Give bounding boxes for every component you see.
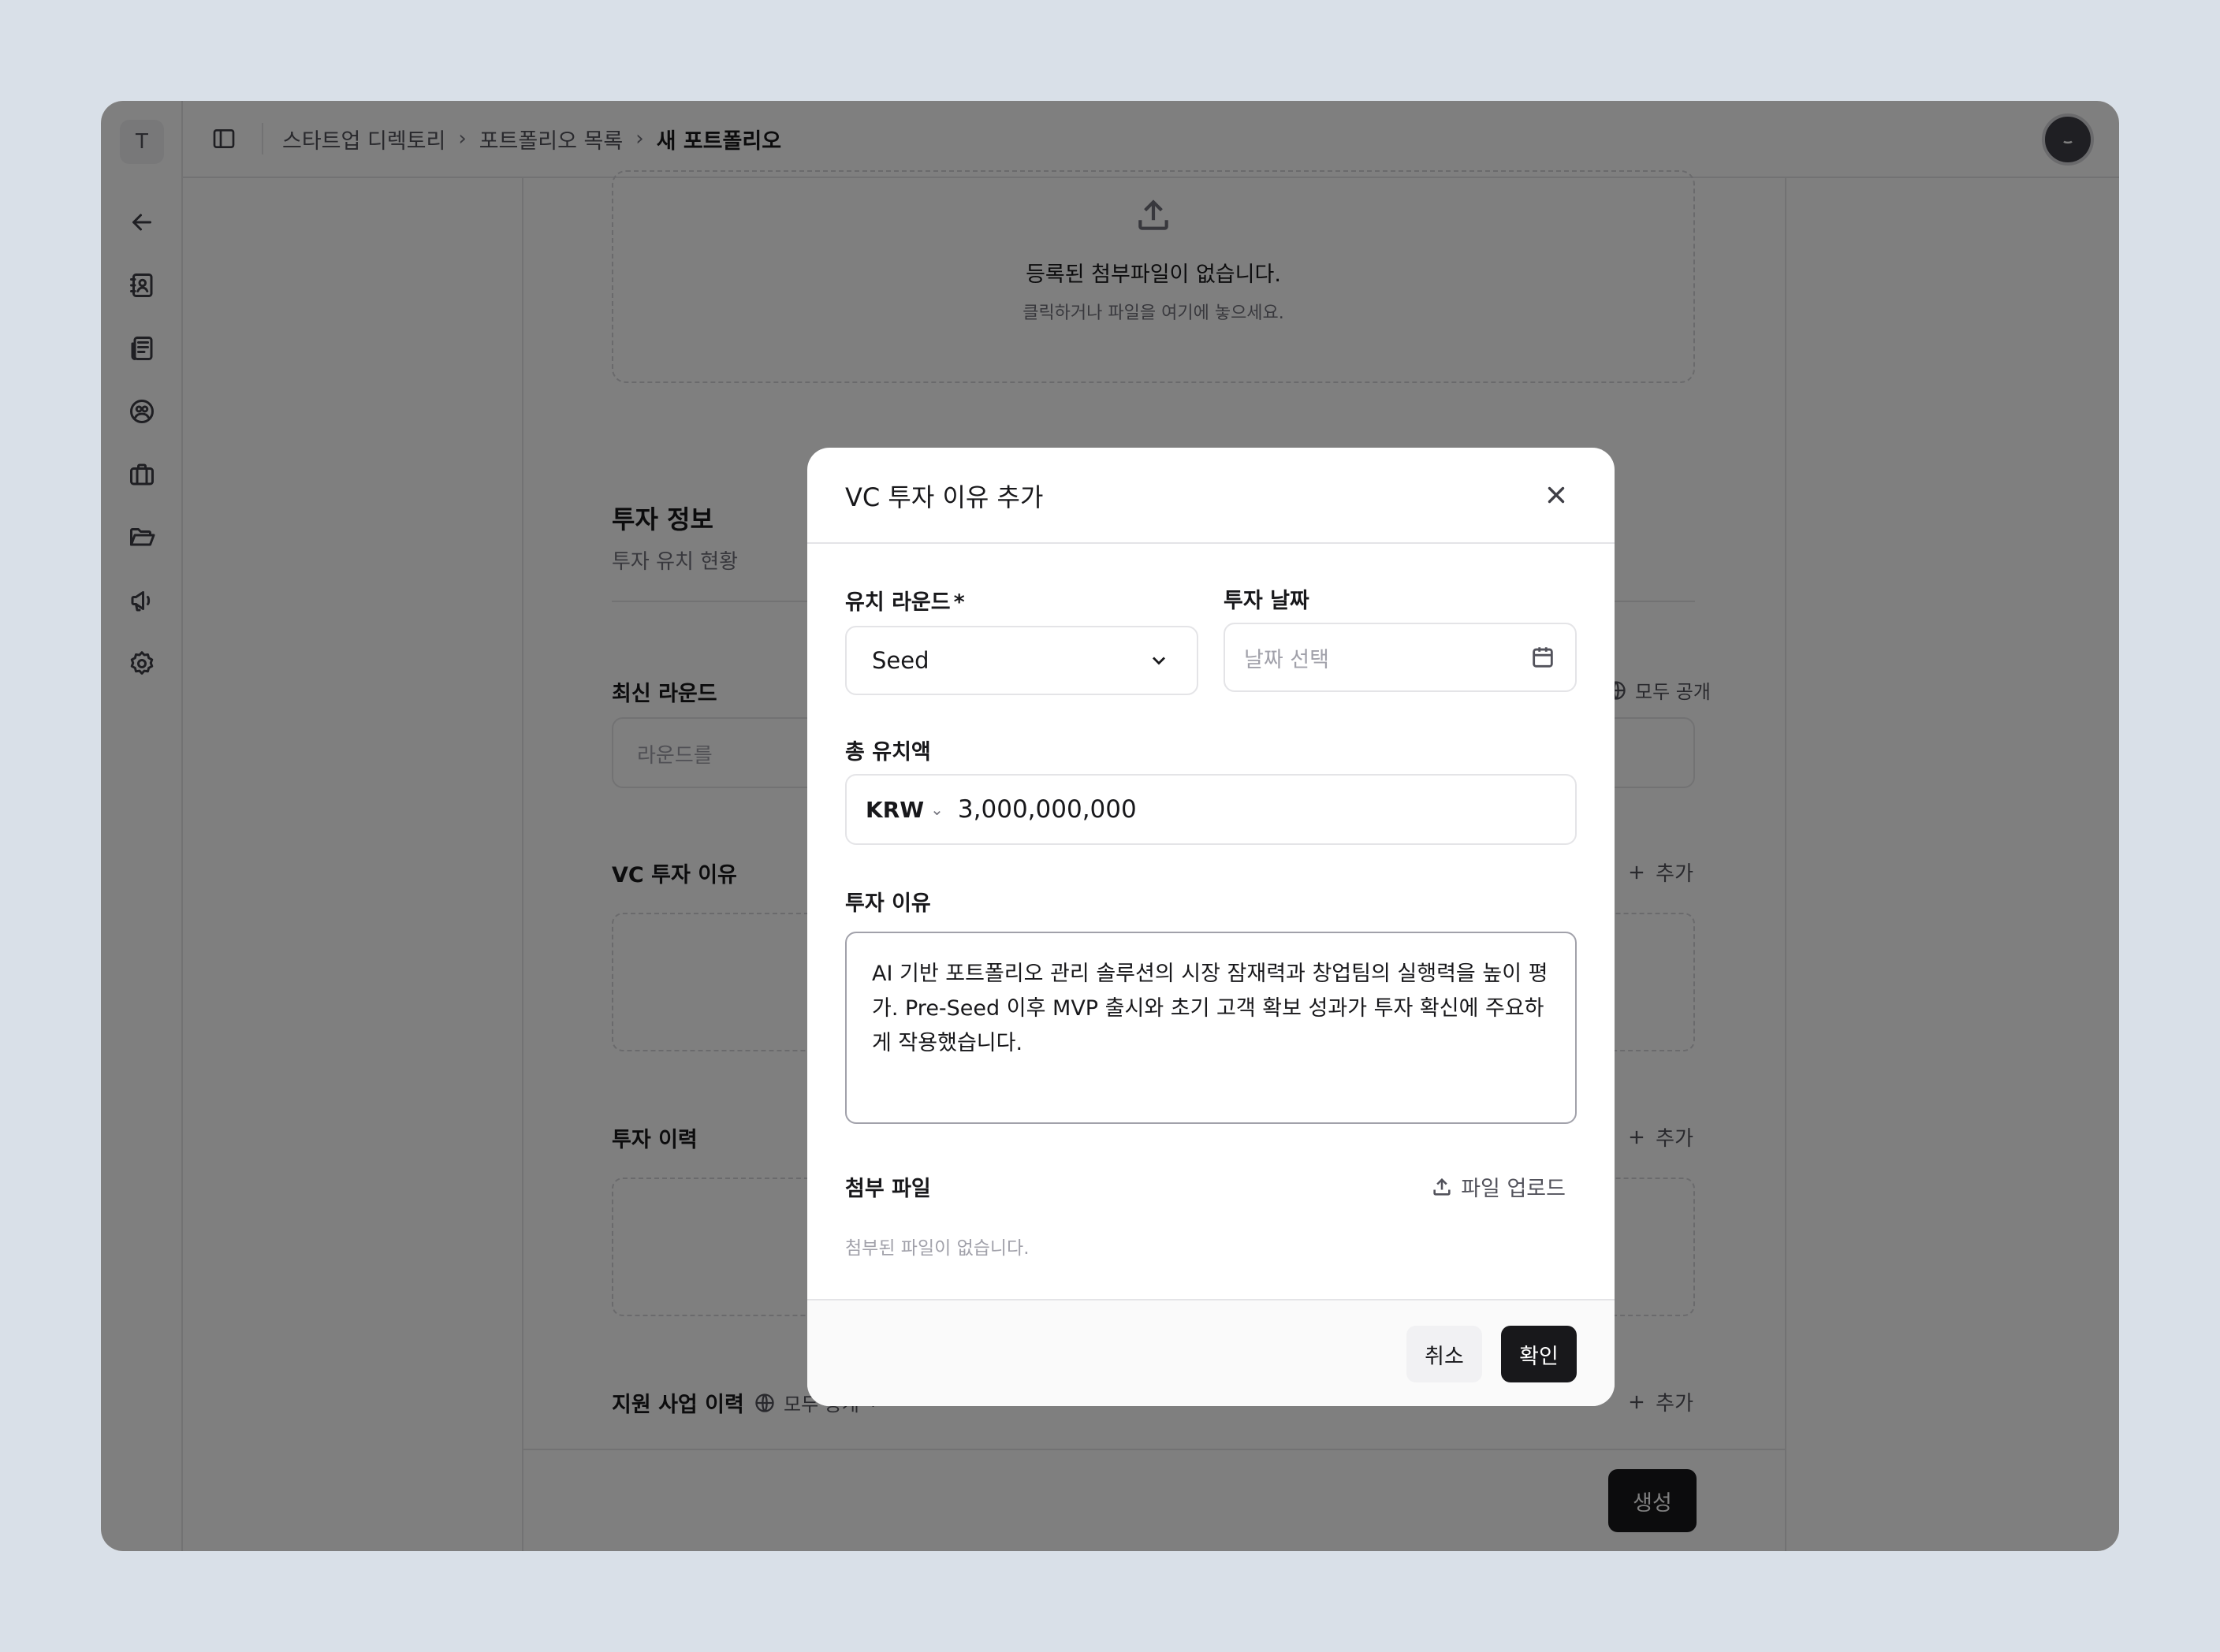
chevron-down-icon: ⌄ [930, 800, 944, 819]
close-button[interactable] [1539, 478, 1574, 512]
modal-header: VC 투자 이유 추가 [807, 448, 1615, 544]
date-picker[interactable]: 날짜 선택 [1224, 623, 1577, 692]
no-files-text: 첨부된 파일이 없습니다. [845, 1238, 1030, 1259]
reason-textarea[interactable]: AI 기반 포트폴리오 관리 솔루션의 시장 잠재력과 창업팀의 실행력을 높이… [845, 932, 1577, 1124]
upload-label: 파일 업로드 [1461, 1177, 1566, 1201]
cancel-button[interactable]: 취소 [1406, 1326, 1482, 1382]
required-mark: * [953, 590, 965, 615]
file-upload-button[interactable]: 파일 업로드 [1431, 1171, 1566, 1202]
amount-value[interactable]: 3,000,000,000 [958, 795, 1137, 824]
date-placeholder: 날짜 선택 [1244, 647, 1329, 672]
round-select[interactable]: Seed [845, 626, 1198, 695]
calendar-icon [1533, 647, 1553, 668]
modal-footer: 취소 확인 [807, 1299, 1615, 1406]
currency-select[interactable]: KRW [866, 797, 924, 823]
close-icon [1548, 486, 1565, 504]
round-label-text: 유치 라운드 [845, 590, 951, 615]
upload-icon [1433, 1178, 1451, 1196]
date-label: 투자 날짜 [1224, 589, 1309, 613]
round-value: Seed [872, 647, 929, 674]
confirm-button[interactable]: 확인 [1501, 1326, 1577, 1382]
round-label: 유치 라운드 * [845, 585, 965, 616]
app-window: T 스타트업 디렉토리 › [101, 101, 2119, 1551]
attachment-label: 첨부 파일 [845, 1177, 931, 1201]
chevron-down-icon [1153, 657, 1165, 665]
vc-reason-modal: VC 투자 이유 추가 유치 라운드 * Seed 투자 날짜 날짜 선택 총 유… [807, 448, 1615, 1406]
modal-title: VC 투자 이유 추가 [845, 482, 1044, 512]
amount-field[interactable]: KRW ⌄ 3,000,000,000 [845, 774, 1577, 845]
amount-label: 총 유치액 [845, 740, 931, 765]
reason-label: 투자 이유 [845, 891, 931, 916]
